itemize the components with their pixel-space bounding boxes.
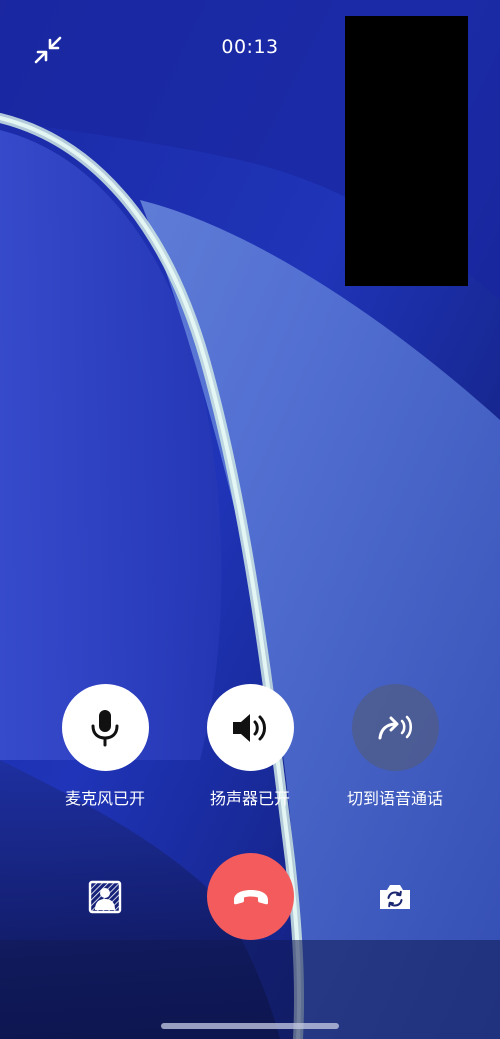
- background-blur-button[interactable]: [83, 875, 127, 919]
- hang-up-button[interactable]: [207, 853, 294, 940]
- microphone-icon: [91, 709, 119, 746]
- switch-camera-button[interactable]: [373, 875, 417, 919]
- minimize-call-button[interactable]: [28, 30, 68, 70]
- speaker-toggle-button[interactable]: [206, 684, 294, 771]
- microphone-toggle-button[interactable]: [61, 684, 149, 771]
- switch-to-voice-label: 切到语音通话: [346, 789, 443, 808]
- switch-to-voice-button[interactable]: [351, 684, 439, 771]
- speaker-icon: [233, 713, 266, 742]
- switch-to-voice-icon: [378, 715, 413, 739]
- call-duration: 00:13: [221, 36, 279, 58]
- hang-up-icon: [233, 889, 268, 904]
- microphone-control: 麦克风已开: [40, 684, 170, 809]
- switch-to-voice-control: 切到语音通话: [330, 684, 460, 809]
- video-call-screen: 00:13 麦克风已开 扬声器已开 切到语音通话: [0, 0, 500, 1039]
- portrait-blur-icon: [88, 880, 122, 914]
- microphone-label: 麦克风已开: [64, 789, 145, 808]
- self-view-preview[interactable]: [345, 16, 468, 286]
- speaker-control: 扬声器已开: [185, 684, 315, 809]
- switch-camera-icon: [380, 885, 410, 909]
- minimize-arrows-icon: [34, 36, 62, 64]
- speaker-label: 扬声器已开: [209, 789, 290, 808]
- home-indicator[interactable]: [161, 1023, 339, 1029]
